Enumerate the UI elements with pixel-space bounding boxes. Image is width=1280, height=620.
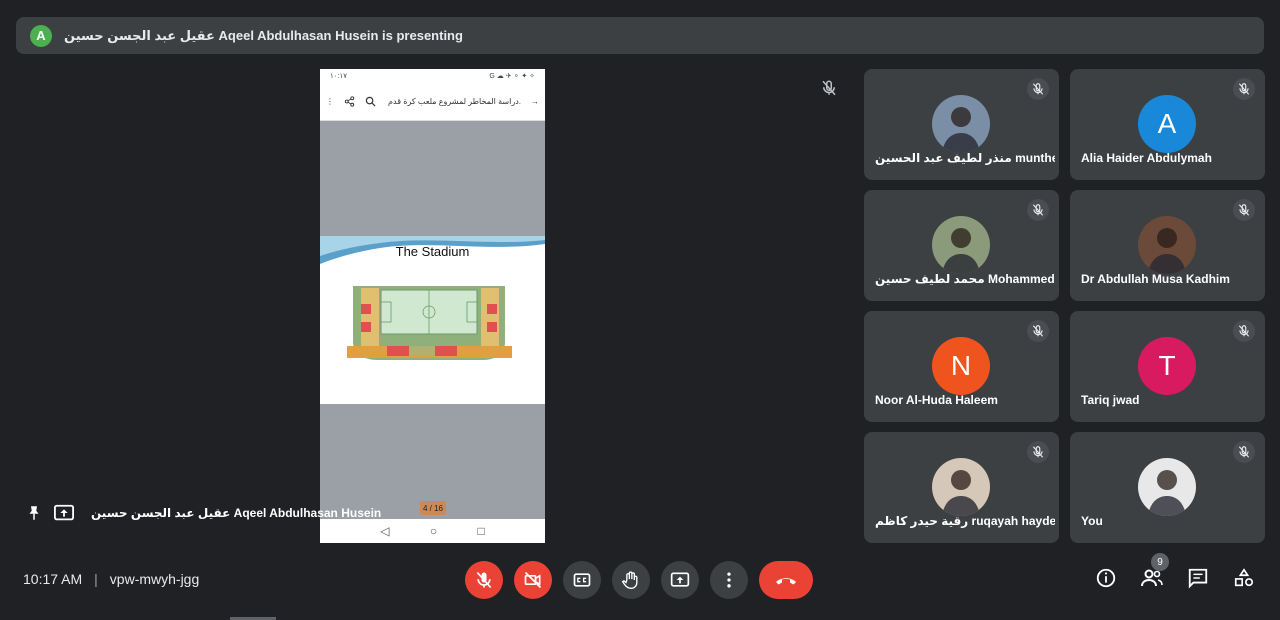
mic-off-icon [1233, 320, 1255, 342]
participant-avatar [1138, 216, 1196, 274]
people-button[interactable] [1140, 566, 1164, 590]
pin-icon[interactable] [25, 504, 43, 522]
participant-avatar [932, 95, 990, 153]
participant-tile[interactable]: A Alia Haider Abdulymah [1070, 69, 1265, 180]
participant-avatar [1138, 458, 1196, 516]
closed-captions-icon [573, 573, 591, 587]
shared-screen[interactable]: ١٠:١٧ G ☁ ✈ ⚬ ✦ ✧ ⋮ دراسة المخاطر لمشروع… [320, 69, 545, 543]
presenting-text: عقيل عبد الجسن حسين Aqeel Abdulhasan Hus… [64, 27, 463, 43]
chat-icon [1188, 568, 1208, 589]
participant-avatar [932, 216, 990, 274]
people-icon [1141, 569, 1163, 587]
meeting-info-separator: | [94, 571, 98, 587]
mic-off-icon [1027, 441, 1049, 463]
participant-tile[interactable]: منذر لطيف عبد الحسين munther la... [864, 69, 1059, 180]
slide-title: The Stadium [395, 244, 470, 259]
share-icon [344, 96, 355, 107]
participant-name: محمد لطيف حسين Mohammed La... [875, 272, 1055, 286]
participant-name: منذر لطيف عبد الحسين munther la... [875, 151, 1055, 165]
phone-status-bar: ١٠:١٧ G ☁ ✈ ⚬ ✦ ✧ [320, 69, 545, 83]
participant-name: Alia Haider Abdulymah [1081, 151, 1212, 165]
participant-avatar: N [932, 337, 990, 395]
phone-status-left: ١٠:١٧ [330, 73, 347, 80]
more-vert-icon [727, 572, 731, 588]
mic-off-icon [1233, 78, 1255, 100]
participant-tile[interactable]: Dr Abdullah Musa Kadhim [1070, 190, 1265, 301]
participant-tile[interactable]: رقية حيدر كاظم ruqayah hayder ... [864, 432, 1059, 543]
participant-tile[interactable]: T Tariq jwad [1070, 311, 1265, 422]
participant-name: Noor Al-Huda Haleem [875, 393, 998, 407]
participant-name: Dr Abdullah Musa Kadhim [1081, 272, 1230, 286]
meeting-info: 10:17 AM | vpw-mwyh-jgg [23, 571, 199, 587]
slide-gray-top [320, 121, 545, 236]
nav-recents-icon: □ [477, 524, 485, 538]
leave-call-button[interactable] [759, 561, 813, 599]
side-controls [1094, 566, 1256, 590]
slide: The Stadium [320, 236, 545, 404]
stadium-plan-image [347, 282, 512, 364]
more-vert-icon: ⋮ [326, 97, 334, 106]
search-icon [365, 96, 376, 107]
videocam-off-icon [524, 571, 542, 589]
arrow-forward-icon: → [531, 97, 539, 106]
shapes-icon [1234, 568, 1254, 587]
present-to-all-icon [670, 572, 690, 587]
meeting-code[interactable]: vpw-mwyh-jgg [110, 571, 199, 587]
participant-name: رقية حيدر كاظم ruqayah hayder ... [875, 514, 1055, 528]
chat-button[interactable] [1186, 566, 1210, 590]
mic-off-icon [1233, 441, 1255, 463]
meeting-details-button[interactable] [1094, 566, 1118, 590]
presenter-label: عقيل عبد الجسن حسين Aqeel Abdulhasan Hus… [25, 503, 381, 523]
call-end-icon [776, 578, 796, 585]
mic-off-icon [1027, 78, 1049, 100]
phone-toolbar: ⋮ دراسة المخاطر لمشروع ملعب كرة قدم. → [320, 83, 545, 121]
mic-off-icon [1027, 199, 1049, 221]
mic-off-icon [476, 571, 492, 589]
present-screen-icon[interactable] [53, 503, 75, 523]
mic-toggle-button[interactable] [465, 561, 503, 599]
presenter-avatar: A [30, 24, 52, 47]
phone-status-right: G ☁ ✈ ⚬ ✦ ✧ [489, 73, 535, 80]
participant-avatar: T [1138, 337, 1196, 395]
presentation-mic-off-icon [822, 80, 836, 96]
participant-avatar: A [1138, 95, 1196, 153]
more-options-button[interactable] [710, 561, 748, 599]
info-icon [1096, 568, 1116, 588]
document-title: دراسة المخاطر لمشروع ملعب كرة قدم. [388, 97, 521, 106]
presenting-banner: A عقيل عبد الجسن حسين Aqeel Abdulhasan H… [16, 17, 1264, 54]
page-indicator: 4 / 16 [420, 501, 446, 515]
activities-button[interactable] [1232, 566, 1256, 590]
participant-tile[interactable]: N Noor Al-Huda Haleem [864, 311, 1059, 422]
hand-icon [621, 571, 638, 590]
meeting-time: 10:17 AM [23, 571, 83, 587]
call-controls [465, 561, 813, 599]
participant-tile[interactable]: You [1070, 432, 1265, 543]
participant-tile[interactable]: محمد لطيف حسين Mohammed La... [864, 190, 1059, 301]
participant-name: Tariq jwad [1081, 393, 1140, 407]
present-now-button[interactable] [661, 561, 699, 599]
mic-off-icon [1027, 320, 1049, 342]
mic-off-icon [1233, 199, 1255, 221]
camera-toggle-button[interactable] [514, 561, 552, 599]
nav-home-icon: ○ [429, 524, 438, 538]
participant-avatar [932, 458, 990, 516]
presenter-name: عقيل عبد الجسن حسين Aqeel Abdulhasan Hus… [91, 506, 382, 520]
participant-name: You [1081, 514, 1103, 528]
raise-hand-button[interactable] [612, 561, 650, 599]
nav-back-icon: ◁ [380, 524, 390, 538]
captions-button[interactable] [563, 561, 601, 599]
